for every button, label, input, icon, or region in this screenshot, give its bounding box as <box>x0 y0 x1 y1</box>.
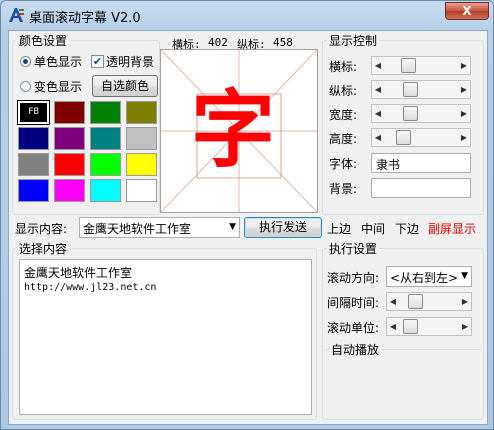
color-swatch[interactable] <box>126 127 157 150</box>
color-swatch[interactable] <box>90 179 121 202</box>
display-control-slider[interactable]: ◀ ▶ <box>371 104 471 123</box>
arrow-right-icon[interactable]: ▶ <box>458 81 470 98</box>
display-control-label: 纵标: <box>329 84 358 98</box>
display-control-slider[interactable]: ◀ ▶ <box>371 56 471 75</box>
autoplay-legend: 自动播放 <box>331 343 380 357</box>
single-color-label: 单色显示 <box>34 55 83 69</box>
preview-x-value: 402 <box>208 36 228 49</box>
scroll-unit-label: 滚动单位: <box>327 321 380 335</box>
scroll-unit-slider[interactable]: ◀ ▶ <box>386 317 472 336</box>
display-content-value: 金鹰天地软件工作室 <box>83 222 192 236</box>
sub-screen-link[interactable]: 副屏显示 <box>428 220 476 237</box>
gradient-color-label: 变色显示 <box>34 80 83 94</box>
app-logo-icon <box>9 8 24 22</box>
single-color-radio[interactable] <box>20 56 31 67</box>
position-top-link[interactable]: 上边 <box>327 220 351 237</box>
background-label: 背景: <box>329 182 358 196</box>
background-input[interactable] <box>371 178 471 198</box>
color-swatch[interactable] <box>18 127 49 150</box>
display-control-slider-thumb[interactable] <box>402 106 418 121</box>
custom-color-button[interactable]: 自选颜色 <box>92 75 158 97</box>
scroll-direction-value: <从右到左> <box>390 271 459 285</box>
scroll-unit-slider-thumb[interactable] <box>402 319 418 334</box>
preview-y-value: 458 <box>273 36 293 49</box>
display-content-label: 显示内容: <box>15 222 68 236</box>
display-control-label: 高度: <box>329 132 358 146</box>
content-textarea[interactable]: 金鹰天地软件工作室 http://www.jl23.net.cn <box>19 259 312 415</box>
color-swatch[interactable] <box>18 179 49 202</box>
scroll-direction-label: 滚动方向: <box>327 271 380 285</box>
content-line: http://www.jl23.net.cn <box>24 282 157 293</box>
display-control-slider-thumb[interactable] <box>402 82 418 97</box>
client-area: 颜色设置 单色显示 ✔ 透明背景 变色显示 自选颜色 FB 横标: 402 纵标… <box>8 30 488 425</box>
arrow-left-icon[interactable]: ◀ <box>372 129 384 146</box>
font-input[interactable]: 隶书 <box>371 153 471 173</box>
close-button[interactable]: X <box>445 2 489 20</box>
color-swatch[interactable] <box>90 153 121 176</box>
display-control-slider-thumb[interactable] <box>400 58 416 73</box>
color-swatch[interactable] <box>126 153 157 176</box>
scroll-direction-combo[interactable]: <从右到左> ▼ <box>386 266 472 287</box>
display-control-legend: 显示控制 <box>329 34 378 48</box>
exec-settings-legend: 执行设置 <box>329 242 378 256</box>
display-control-label: 横标: <box>329 60 358 74</box>
transparent-bg-label: 透明背景 <box>106 55 155 69</box>
display-control-label: 宽度: <box>329 108 358 122</box>
color-swatch[interactable] <box>90 127 121 150</box>
preview-glyph: 字 <box>191 80 276 179</box>
window-title: 桌面滚动字幕 V2.0 <box>29 11 141 26</box>
transparent-bg-checkbox[interactable]: ✔ <box>91 55 104 68</box>
send-button[interactable]: 执行发送 <box>244 217 322 238</box>
color-swatch[interactable] <box>126 101 157 124</box>
chevron-down-icon[interactable]: ▼ <box>461 271 468 281</box>
interval-label: 间隔时间: <box>327 296 380 310</box>
color-swatch[interactable] <box>54 179 85 202</box>
interval-slider[interactable]: ◀ ▶ <box>386 292 472 311</box>
arrow-left-icon[interactable]: ◀ <box>372 57 384 74</box>
color-swatch[interactable] <box>18 153 49 176</box>
chevron-down-icon[interactable]: ▼ <box>229 222 236 232</box>
title-bar[interactable]: 桌面滚动字幕 V2.0 X <box>1 1 494 29</box>
font-label: 字体: <box>329 157 358 171</box>
display-control-slider[interactable]: ◀ ▶ <box>371 128 471 147</box>
color-swatch[interactable] <box>126 179 157 202</box>
display-content-combo[interactable]: 金鹰天地软件工作室 ▼ <box>79 217 240 238</box>
arrow-left-icon[interactable]: ◀ <box>387 293 399 310</box>
content-line: 金鹰天地软件工作室 <box>24 266 133 280</box>
preview-canvas: 字 <box>160 49 318 213</box>
color-swatch[interactable]: FB <box>17 100 50 125</box>
arrow-left-icon[interactable]: ◀ <box>372 81 384 98</box>
color-swatch[interactable] <box>54 153 85 176</box>
color-swatch[interactable] <box>54 101 85 124</box>
arrow-right-icon[interactable]: ▶ <box>458 105 470 122</box>
arrow-right-icon[interactable]: ▶ <box>458 129 470 146</box>
color-settings-legend: 颜色设置 <box>19 34 68 48</box>
display-control-slider[interactable]: ◀ ▶ <box>371 80 471 99</box>
position-bottom-link[interactable]: 下边 <box>395 220 419 237</box>
arrow-left-icon[interactable]: ◀ <box>372 105 384 122</box>
color-swatch[interactable] <box>90 101 121 124</box>
color-swatch[interactable] <box>54 127 85 150</box>
autoplay-group: 自动播放 <box>325 341 481 417</box>
app-window: 桌面滚动字幕 V2.0 X 颜色设置 单色显示 ✔ 透明背景 变色显示 自选颜色… <box>0 0 494 430</box>
interval-slider-thumb[interactable] <box>408 294 423 309</box>
display-control-slider-thumb[interactable] <box>395 130 411 145</box>
arrow-right-icon[interactable]: ▶ <box>459 318 471 335</box>
gradient-color-radio[interactable] <box>20 81 31 92</box>
select-content-legend: 选择内容 <box>19 242 68 256</box>
arrow-right-icon[interactable]: ▶ <box>458 57 470 74</box>
arrow-right-icon[interactable]: ▶ <box>459 293 471 310</box>
arrow-left-icon[interactable]: ◀ <box>387 318 399 335</box>
position-middle-link[interactable]: 中间 <box>361 220 385 237</box>
